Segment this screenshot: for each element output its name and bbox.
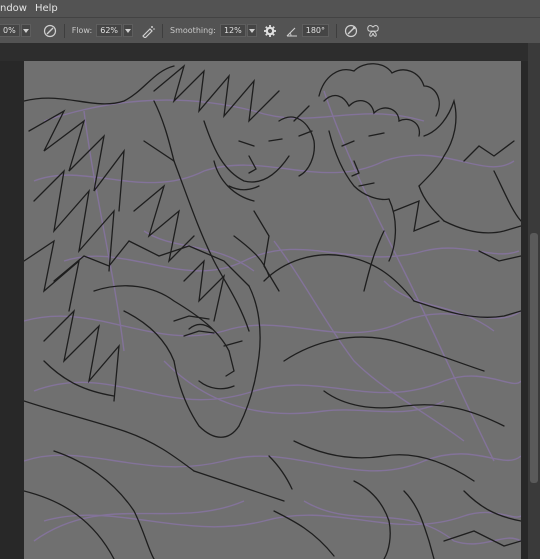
gear-icon[interactable] <box>263 24 277 38</box>
chevron-down-icon <box>125 28 132 33</box>
smoothing-label: Smoothing: <box>170 26 216 35</box>
vertical-scroll-thumb[interactable] <box>530 233 538 483</box>
chevron-down-icon <box>248 28 255 33</box>
divider <box>336 23 338 38</box>
angle-field[interactable]: 180° <box>301 24 330 37</box>
drawing-canvas[interactable] <box>24 61 521 559</box>
lineart-layer <box>24 63 521 559</box>
angle-icon <box>285 24 299 38</box>
options-bar: 0% Flow: 62% Smoothing: 12% 180° <box>0 17 540 44</box>
pen-pressure-size-icon[interactable] <box>344 24 358 38</box>
divider <box>162 23 164 38</box>
vertical-scrollbar[interactable] <box>528 43 540 559</box>
opacity-dropdown[interactable] <box>20 24 31 37</box>
airbrush-icon[interactable] <box>141 24 155 38</box>
butterfly-symmetry-icon[interactable] <box>366 24 380 38</box>
flow-label: Flow: <box>71 26 93 35</box>
menu-bar: ndow Help <box>0 0 540 17</box>
menu-window[interactable]: ndow <box>0 3 27 14</box>
opacity-field[interactable]: 0% <box>0 24 20 37</box>
artwork <box>24 63 521 559</box>
menu-help[interactable]: Help <box>35 3 58 14</box>
chevron-down-icon <box>22 28 29 33</box>
smoothing-field[interactable]: 12% <box>219 24 246 37</box>
document-tab-strip <box>0 43 540 61</box>
flow-dropdown[interactable] <box>123 24 134 37</box>
smoothing-dropdown[interactable] <box>246 24 257 37</box>
flow-field[interactable]: 62% <box>96 24 123 37</box>
divider <box>63 23 65 38</box>
sketch-layer <box>24 90 521 545</box>
pen-pressure-opacity-icon[interactable] <box>43 24 57 38</box>
